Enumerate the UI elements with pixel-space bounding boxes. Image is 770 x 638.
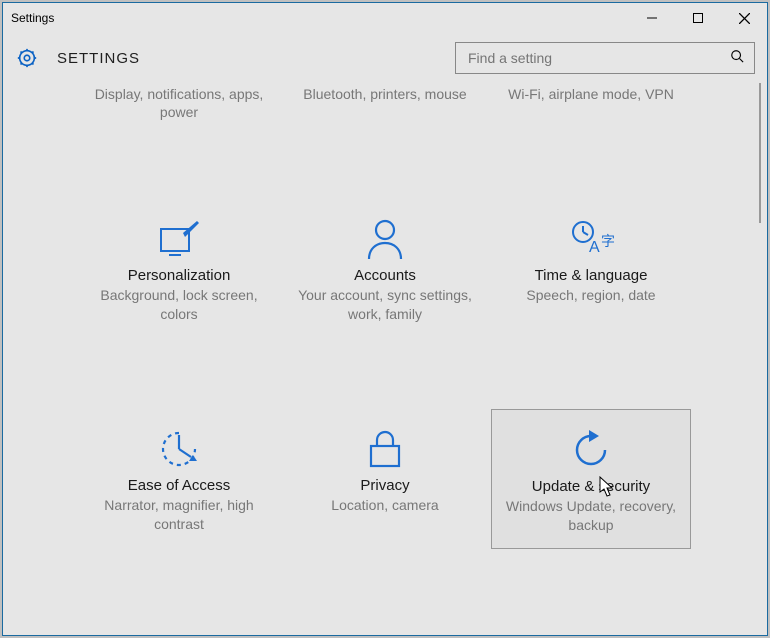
personalization-icon [85,213,273,265]
tile-desc: Your account, sync settings, work, famil… [291,286,479,322]
scrollbar-thumb[interactable] [759,83,761,223]
tile-update-security[interactable]: Update & security Windows Update, recove… [491,409,691,549]
svg-text:字: 字 [601,233,615,249]
ease-of-access-icon [85,423,273,475]
settings-window: Settings SETTINGS [2,2,768,636]
accounts-icon [291,213,479,265]
tile-name: Accounts [291,267,479,284]
tile-name: Ease of Access [85,477,273,494]
tile-time-language[interactable]: A 字 Time & language Speech, region, date [491,199,691,339]
main-content: Display, notifications, apps, power Blue… [3,83,767,635]
minimize-button[interactable] [629,3,675,33]
tile-devices[interactable]: Bluetooth, printers, mouse [285,83,485,129]
update-security-icon [498,424,684,476]
search-input[interactable] [466,49,730,67]
search-box[interactable] [455,42,755,74]
tile-name: Time & language [497,267,685,284]
header: SETTINGS [3,33,767,83]
category-grid: Display, notifications, apps, power Blue… [3,83,767,579]
tile-desc: Display, notifications, apps, power [85,85,273,121]
tile-desc: Narrator, magnifier, high contrast [85,496,273,532]
tile-personalization[interactable]: Personalization Background, lock screen,… [79,199,279,339]
time-language-icon: A 字 [497,213,685,265]
tile-desc: Wi-Fi, airplane mode, VPN [497,85,685,103]
tile-system[interactable]: Display, notifications, apps, power [79,83,279,129]
svg-text:A: A [589,239,600,256]
privacy-icon [291,423,479,475]
titlebar: Settings [3,3,767,33]
tile-accounts[interactable]: Accounts Your account, sync settings, wo… [285,199,485,339]
tile-privacy[interactable]: Privacy Location, camera [285,409,485,549]
tile-name: Update & security [498,478,684,495]
close-button[interactable] [721,3,767,33]
scrollbar[interactable] [753,83,765,635]
tile-ease-of-access[interactable]: Ease of Access Narrator, magnifier, high… [79,409,279,549]
tile-network[interactable]: Wi-Fi, airplane mode, VPN [491,83,691,129]
maximize-button[interactable] [675,3,721,33]
search-icon [730,49,744,68]
gear-icon [15,46,39,70]
window-title: Settings [11,11,629,25]
page-title: SETTINGS [57,50,455,67]
tile-name: Personalization [85,267,273,284]
tile-name: Privacy [291,477,479,494]
tile-desc: Windows Update, recovery, backup [498,497,684,533]
tile-desc: Speech, region, date [497,286,685,304]
tile-desc: Background, lock screen, colors [85,286,273,322]
tile-desc: Bluetooth, printers, mouse [291,85,479,103]
tile-desc: Location, camera [291,496,479,514]
